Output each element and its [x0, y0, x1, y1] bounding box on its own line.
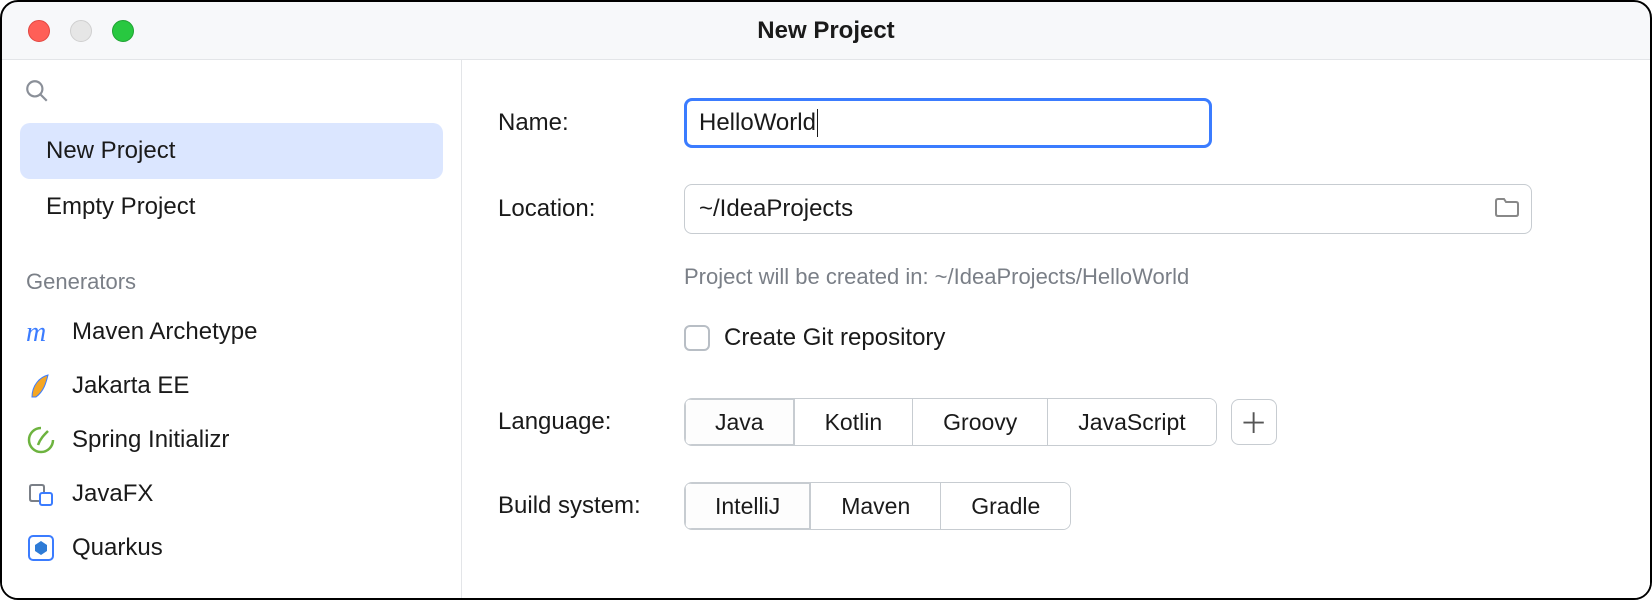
svg-text:m: m	[26, 317, 46, 347]
language-label: Language:	[498, 408, 684, 436]
generator-label: Spring Initializr	[72, 426, 229, 454]
window-title: New Project	[2, 17, 1650, 45]
language-option-groovy[interactable]: Groovy	[913, 399, 1048, 445]
dialog-body: New Project Empty Project Generators m M…	[2, 60, 1650, 598]
generator-label: JavaFX	[72, 480, 153, 508]
location-value: ~/IdeaProjects	[699, 195, 1493, 223]
build-row: Build system: IntelliJ Maven Gradle	[498, 482, 1614, 530]
sidebar-item-empty-project[interactable]: Empty Project	[20, 179, 443, 235]
name-input[interactable]: HelloWorld	[684, 98, 1212, 148]
maven-icon: m	[26, 317, 56, 347]
git-checkbox-row: Create Git repository	[684, 324, 1614, 352]
name-row: Name: HelloWorld	[498, 98, 1614, 148]
titlebar: New Project	[2, 2, 1650, 60]
sidebar: New Project Empty Project Generators m M…	[2, 60, 462, 598]
language-option-kotlin[interactable]: Kotlin	[795, 399, 914, 445]
build-segmented: IntelliJ Maven Gradle	[684, 482, 1071, 530]
git-checkbox-label: Create Git repository	[724, 324, 945, 352]
plus-icon: ＋	[1240, 402, 1268, 442]
category-list: New Project Empty Project	[2, 123, 461, 235]
sidebar-item-new-project[interactable]: New Project	[20, 123, 443, 179]
generator-label: Jakarta EE	[72, 372, 189, 400]
build-label: Build system:	[498, 492, 684, 520]
generator-label: Quarkus	[72, 534, 163, 562]
sidebar-item-label: Empty Project	[46, 193, 195, 220]
location-hint: Project will be created in: ~/IdeaProjec…	[684, 264, 1614, 290]
quarkus-icon	[26, 533, 56, 563]
generator-spring-initializr[interactable]: Spring Initializr	[2, 413, 461, 467]
build-option-intellij[interactable]: IntelliJ	[685, 483, 811, 529]
javafx-icon	[26, 479, 56, 509]
add-language-button[interactable]: ＋	[1231, 399, 1277, 445]
language-option-javascript[interactable]: JavaScript	[1048, 399, 1215, 445]
language-segmented: Java Kotlin Groovy JavaScript	[684, 398, 1217, 446]
generator-jakarta-ee[interactable]: Jakarta EE	[2, 359, 461, 413]
generator-maven-archetype[interactable]: m Maven Archetype	[2, 305, 461, 359]
search-row	[2, 68, 461, 123]
form-panel: Name: HelloWorld Location: ~/IdeaProject…	[462, 60, 1650, 598]
text-caret	[817, 109, 818, 137]
generators-section-title: Generators	[2, 235, 461, 305]
generator-quarkus[interactable]: Quarkus	[2, 521, 461, 575]
location-input[interactable]: ~/IdeaProjects	[684, 184, 1532, 234]
search-icon[interactable]	[24, 91, 50, 108]
generator-label: Maven Archetype	[72, 318, 257, 346]
spring-icon	[26, 425, 56, 455]
build-option-gradle[interactable]: Gradle	[941, 483, 1070, 529]
name-label: Name:	[498, 109, 684, 137]
language-option-java[interactable]: Java	[685, 399, 795, 445]
git-checkbox[interactable]	[684, 325, 710, 351]
sidebar-item-label: New Project	[46, 137, 175, 164]
browse-folder-icon[interactable]	[1493, 195, 1521, 224]
name-value: HelloWorld	[699, 109, 816, 137]
new-project-dialog: New Project New Project Empty Project Ge…	[0, 0, 1652, 600]
jakarta-icon	[26, 371, 56, 401]
build-option-maven[interactable]: Maven	[811, 483, 941, 529]
location-row: Location: ~/IdeaProjects	[498, 184, 1614, 234]
language-row: Language: Java Kotlin Groovy JavaScript …	[498, 398, 1614, 446]
location-label: Location:	[498, 195, 684, 223]
generator-javafx[interactable]: JavaFX	[2, 467, 461, 521]
